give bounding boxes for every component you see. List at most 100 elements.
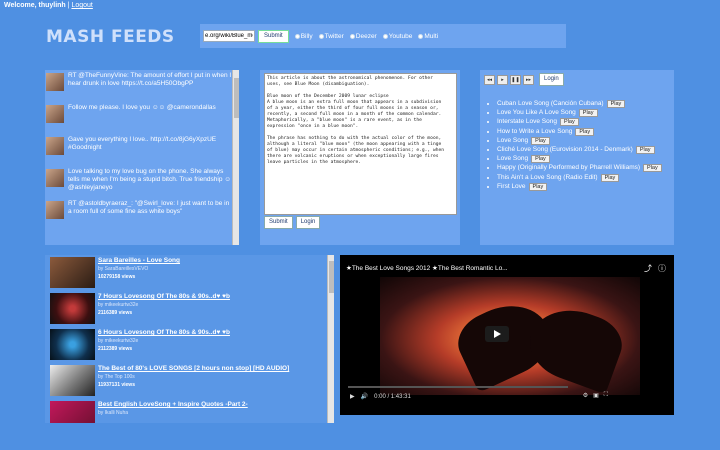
play-icon[interactable]: ▶ (350, 393, 355, 400)
list-item: Interstate Love SongPlay (497, 117, 662, 127)
video-views: 2112389 views (98, 346, 133, 352)
play-icon[interactable]: ▸ (497, 74, 508, 85)
video-thumbnail[interactable] (50, 365, 95, 396)
video-info: 7 Hours Lovesong Of The 80s & 90s..d♥ ♥b… (98, 293, 230, 325)
video-title-link[interactable]: Best English LoveSong + Inspire Quotes -… (98, 401, 248, 409)
article-submit-button[interactable]: Submit (264, 216, 293, 229)
video-row[interactable]: Sara Bareilles - Love Song by SaraBareill… (45, 255, 334, 291)
video-row[interactable]: The Best of 80's LOVE SONGS [2 hours non… (45, 363, 334, 399)
tweets-scrollbar[interactable] (232, 70, 239, 245)
search-bar: Submit Billy Twitter Deezer Youtube Mult… (200, 24, 566, 48)
radio-dot (318, 33, 324, 39)
video-title-link[interactable]: 6 Hours Lovesong Of The 80s & 90s..d♥ ♥b (98, 329, 230, 337)
video-row[interactable]: 6 Hours Lovesong Of The 80s & 90s..d♥ ♥b… (45, 327, 334, 363)
article-panel: This article is about the astronomical p… (260, 70, 460, 245)
radio-twitter[interactable]: Twitter (318, 32, 344, 40)
tweet-text: RT @astoldbyraeraz_: "@Swirl_love: I jus… (68, 200, 230, 215)
previous-icon[interactable]: ◂◂ (484, 74, 495, 85)
radio-label: Deezer (355, 32, 377, 40)
progress-bar[interactable] (348, 386, 568, 388)
song-title: Cliché Love Song (Eurovision 2014 - Denm… (497, 145, 633, 153)
fullscreen-icon[interactable]: ⛶ (604, 392, 608, 399)
radio-label: Youtube (388, 32, 413, 40)
play-overlay-icon[interactable] (485, 326, 509, 342)
video-title-link[interactable]: Sara Bareilles - Love Song (98, 257, 180, 265)
song-title: Interstate Love Song (497, 118, 557, 126)
play-button[interactable]: Play (606, 100, 626, 108)
player-right-controls: ⚙ ▣ ⛶ (583, 392, 608, 399)
song-title: Love Song (497, 136, 529, 144)
list-item: Love You Like A Love SongPlay (497, 108, 662, 118)
radio-deezer[interactable]: Deezer (349, 32, 377, 40)
pause-icon[interactable]: ❚❚ (510, 74, 521, 85)
article-login-button[interactable]: Login (295, 216, 321, 229)
video-thumbnail[interactable] (50, 401, 95, 423)
list-item: This Ain't a Love Song (Radio Edit)Play (497, 173, 662, 182)
radio-billy[interactable]: Billy (294, 32, 313, 40)
video-title-link[interactable]: The Best of 80's LOVE SONGS [2 hours non… (98, 365, 289, 373)
tweet-text: Love talking to my love bug on the phone… (68, 168, 231, 191)
video-thumbnail[interactable] (50, 257, 95, 288)
song-title: This Ain't a Love Song (Radio Edit) (497, 173, 598, 181)
video-info: 6 Hours Lovesong Of The 80s & 90s..d♥ ♥b… (98, 329, 230, 361)
article-textarea[interactable]: This article is about the astronomical p… (264, 73, 457, 215)
video-player[interactable]: ★The Best Love Songs 2012 ★The Best Roma… (340, 255, 674, 415)
url-input[interactable] (203, 30, 255, 42)
video-results-panel: Sara Bareilles - Love Song by SaraBareill… (45, 255, 334, 423)
list-item: Cliché Love Song (Eurovision 2014 - Denm… (497, 145, 662, 154)
video-author: by SaraBareillesVEVO (98, 266, 149, 272)
volume-icon[interactable]: 🔊 (361, 393, 368, 400)
youtube-icon[interactable]: ▣ (593, 392, 599, 399)
share-icon[interactable]: ⤴ (644, 263, 652, 274)
player-bottom-controls: ▶ 🔊 0:00 / 1:43:31 (350, 393, 411, 401)
next-icon[interactable]: ▸▸ (523, 74, 534, 85)
settings-icon[interactable]: ⚙ (583, 392, 588, 399)
play-button[interactable]: Play (643, 164, 662, 173)
play-button[interactable]: Play (531, 155, 550, 164)
radio-youtube[interactable]: Youtube (382, 32, 413, 40)
play-button[interactable]: Play (575, 127, 595, 136)
video-thumbnail[interactable] (50, 293, 95, 324)
list-item: First LovePlay (497, 182, 662, 191)
radio-label: Billy (300, 32, 313, 40)
scroll-thumb[interactable] (234, 78, 239, 118)
play-button[interactable]: Play (578, 109, 598, 118)
radio-label: Multi (424, 32, 439, 40)
list-item: Cuban Love Song (Canción Cubana)Play (497, 99, 662, 108)
video-views: 10279158 views (98, 274, 136, 280)
deezer-login-button[interactable]: Login (539, 73, 564, 86)
song-title: Love You Like A Love Song (497, 109, 576, 117)
video-views: 2116389 views (98, 310, 133, 316)
play-button[interactable]: Play (531, 136, 550, 145)
radio-multi[interactable]: Multi (418, 33, 438, 40)
video-thumbnail[interactable] (50, 329, 95, 360)
song-title: Love Song (497, 155, 529, 163)
videos-scrollbar[interactable] (327, 255, 334, 423)
avatar (46, 73, 64, 91)
scroll-thumb[interactable] (329, 261, 334, 293)
play-button[interactable]: Play (528, 182, 548, 191)
video-row[interactable]: 7 Hours Lovesong Of The 80s & 90s..d♥ ♥b… (45, 291, 334, 327)
logout-link[interactable]: Logout (71, 2, 92, 9)
video-info: The Best of 80's LOVE SONGS [2 hours non… (98, 365, 289, 397)
player-top-icons: ⤴ ⓘ (644, 263, 666, 274)
avatar (46, 201, 64, 219)
play-button[interactable]: Play (600, 173, 620, 182)
video-title-link[interactable]: 7 Hours Lovesong Of The 80s & 90s..d♥ ♥b (98, 293, 230, 301)
video-frame-shape (520, 297, 630, 395)
video-author: by Ikalli Nuha (98, 410, 129, 416)
song-list: Cuban Love Song (Canción Cubana)Play Lov… (490, 99, 662, 191)
tweet: Love talking to my love bug on the phone… (45, 166, 239, 198)
play-button[interactable]: Play (560, 118, 579, 127)
search-submit-button[interactable]: Submit (258, 29, 289, 43)
video-row[interactable]: Best English LoveSong + Inspire Quotes -… (45, 399, 334, 423)
play-button[interactable]: Play (635, 145, 655, 154)
tweet: Gave you everything I love.. http://t.co… (45, 134, 239, 166)
info-icon[interactable]: ⓘ (658, 263, 666, 274)
player-controls: ◂◂ ▸ ❚❚ ▸▸ Login (484, 73, 564, 86)
video-info: Sara Bareilles - Love Song by SaraBareill… (98, 257, 180, 289)
radio-label: Twitter (324, 32, 344, 40)
avatar (46, 105, 64, 123)
tweet-text: Follow me please. I love you ☺☺ @cameron… (68, 104, 216, 111)
tweet: RT @TheFunnyVine: The amount of effort I… (45, 70, 239, 102)
